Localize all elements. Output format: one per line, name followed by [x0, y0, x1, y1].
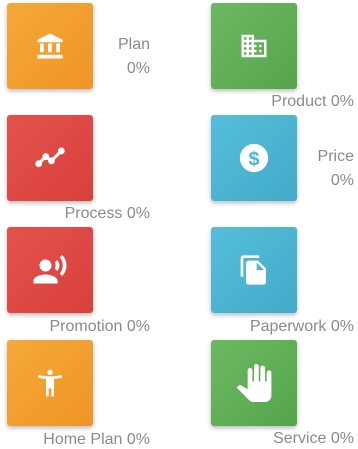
- tile-service-square[interactable]: [211, 340, 297, 426]
- tile-home-plan[interactable]: Home Plan 0%: [0, 338, 160, 449]
- tile-paperwork[interactable]: Paperwork 0%: [200, 225, 358, 337]
- hand-icon: [235, 364, 273, 402]
- tile-home-plan-square[interactable]: [7, 340, 93, 426]
- tile-service-percent: 0%: [330, 430, 354, 447]
- tile-price[interactable]: $ Price 0%: [200, 112, 358, 224]
- tile-price-name: Price: [317, 148, 354, 165]
- person-speaking-icon: [32, 252, 68, 288]
- tile-promotion-name: Promotion: [49, 318, 123, 335]
- tile-process-percent: 0%: [126, 205, 150, 222]
- tile-process[interactable]: Process 0%: [0, 112, 160, 224]
- building-icon: [239, 31, 269, 61]
- tile-process-square[interactable]: [7, 115, 93, 201]
- tile-service[interactable]: Service 0%: [200, 338, 358, 449]
- tile-promotion-percent: 0%: [126, 318, 150, 335]
- tile-product-square[interactable]: [211, 3, 297, 89]
- person-arms-out-icon: [34, 367, 66, 399]
- dollar-coin-icon: $: [237, 141, 271, 175]
- tile-paperwork-square[interactable]: [211, 227, 297, 313]
- tile-plan-percent: 0%: [126, 60, 150, 77]
- tile-plan[interactable]: Plan 0%: [0, 0, 160, 110]
- tile-promotion-square[interactable]: [7, 227, 93, 313]
- tile-plan-square[interactable]: [7, 3, 93, 89]
- tile-service-name: Service: [273, 430, 327, 447]
- tile-promotion-label: Promotion 0%: [50, 315, 151, 339]
- tile-home-plan-label: Home Plan 0%: [43, 428, 150, 449]
- tile-price-percent: 0%: [330, 172, 354, 189]
- tile-paperwork-label: Paperwork 0%: [250, 315, 354, 339]
- trending-line-icon: [33, 141, 67, 175]
- tile-process-name: Process: [64, 205, 123, 222]
- category-grid: Plan 0% Product 0% Process 0% $ Price 0%…: [0, 0, 358, 449]
- tile-process-label: Process 0%: [65, 202, 150, 226]
- tile-plan-name: Plan: [117, 36, 150, 53]
- bank-icon: [35, 31, 65, 61]
- tile-home-plan-name: Home Plan: [43, 431, 123, 448]
- tile-price-square[interactable]: $: [211, 115, 297, 201]
- tile-service-label: Service 0%: [273, 427, 354, 449]
- tile-paperwork-name: Paperwork: [249, 318, 327, 335]
- svg-text:$: $: [248, 148, 259, 170]
- tile-home-plan-percent: 0%: [126, 431, 150, 448]
- tile-product-percent: 0%: [330, 93, 354, 110]
- tile-product-label: Product 0%: [271, 90, 354, 114]
- tile-promotion[interactable]: Promotion 0%: [0, 225, 160, 337]
- tile-paperwork-percent: 0%: [330, 318, 354, 335]
- tile-product-name: Product: [271, 93, 327, 110]
- documents-icon: [238, 254, 270, 286]
- tile-product[interactable]: Product 0%: [200, 0, 358, 110]
